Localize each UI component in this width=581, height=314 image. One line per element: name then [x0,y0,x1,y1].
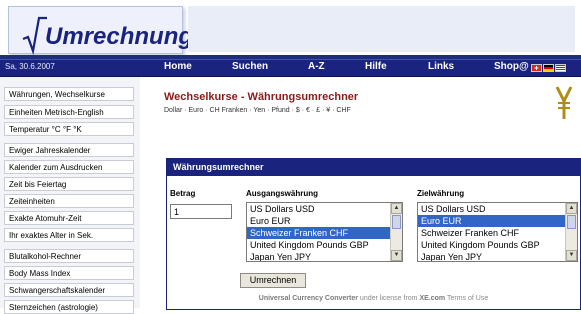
sidebar-item-sternzeichen[interactable]: Sternzeichen (astrologie) [4,300,134,314]
scroll-down-icon[interactable]: ▼ [566,250,577,261]
sqrt-logo-icon [22,16,47,55]
scroll-thumb[interactable] [392,215,401,229]
sidebar: Währungen, Wechselkurse Einheiten Metris… [0,77,140,314]
to-option-gbp[interactable]: United Kingdom Pounds GBP [418,239,577,251]
site-logo[interactable]: Umrechnung.org [8,6,238,55]
from-option-gbp[interactable]: United Kingdom Pounds GBP [247,239,402,251]
nav-shop[interactable]: Shop@ [494,61,529,72]
german-flag-icon[interactable] [543,64,554,72]
nav-links[interactable]: Links [428,61,454,72]
convert-button[interactable]: Umrechnen [240,273,306,288]
converter-footer: Universal Currency Converter under licen… [167,295,580,308]
main-nav: Sa, 30.6.2007 Home Suchen A-Z Hilfe Link… [0,59,581,77]
nav-home[interactable]: Home [164,61,192,72]
current-date: Sa, 30.6.2007 [5,62,55,71]
to-option-chf[interactable]: Schweizer Franken CHF [418,227,577,239]
from-option-usd[interactable]: US Dollars USD [247,203,402,215]
scroll-up-icon[interactable]: ▲ [566,203,577,214]
to-option-jpy[interactable]: Japan Yen JPY [418,251,577,261]
from-currency-list[interactable]: US Dollars USD Euro EUR Schweizer Franke… [246,202,403,262]
page-title: Wechselkurse - Währungsumrechner [164,91,359,103]
nav-a-z[interactable]: A-Z [308,61,325,72]
uk-flag-icon[interactable] [555,64,566,72]
sidebar-item-temperatur[interactable]: Temperatur °C °F °K [4,122,134,136]
sidebar-item-waehrungen[interactable]: Währungen, Wechselkurse [4,87,134,101]
footer-xe-link[interactable]: XE.com [419,295,445,302]
from-option-chf[interactable]: Schweizer Franken CHF [247,227,402,239]
footer-brand-link[interactable]: Universal Currency Converter [259,295,358,302]
from-option-eur[interactable]: Euro EUR [247,215,402,227]
to-list-scrollbar[interactable]: ▲ ▼ [565,203,577,261]
to-option-usd[interactable]: US Dollars USD [418,203,577,215]
footer-license-text: under license from [357,295,420,302]
scroll-down-icon[interactable]: ▼ [391,250,402,261]
nav-suchen[interactable]: Suchen [232,61,268,72]
sidebar-item-alter-sek[interactable]: Ihr exaktes Alter in Sek. [4,228,134,242]
from-currency-label: Ausgangswährung [246,189,319,198]
sidebar-item-einheiten[interactable]: Einheiten Metrisch-English [4,105,134,119]
header-banner [188,6,575,52]
sidebar-item-schwangerschaft[interactable]: Schwangerschaftskalender [4,283,134,297]
converter-heading: Währungsumrechner [167,159,580,176]
sidebar-item-zeit-bis-feiertag[interactable]: Zeit bis Feiertag [4,177,134,191]
amount-input[interactable] [170,204,232,219]
from-option-jpy[interactable]: Japan Yen JPY [247,251,402,261]
sidebar-item-zeiteinheiten[interactable]: Zeiteinheiten [4,194,134,208]
sidebar-item-atomuhr[interactable]: Exakte Atomuhr-Zeit [4,211,134,225]
swiss-flag-icon[interactable] [531,64,542,72]
to-option-eur[interactable]: Euro EUR [418,215,577,227]
scroll-thumb[interactable] [567,215,576,229]
yen-sign-icon [555,86,573,119]
sidebar-item-bmi[interactable]: Body Mass Index [4,266,134,280]
sidebar-item-blutalkohol[interactable]: Blutalkohol-Rechner [4,249,134,263]
page-subtitle: Dollar · Euro · CH Franken · Yen · Pfund… [164,107,351,114]
footer-terms-link[interactable]: Terms of Use [445,295,488,302]
nav-hilfe[interactable]: Hilfe [365,61,387,72]
to-currency-list[interactable]: US Dollars USD Euro EUR Schweizer Franke… [417,202,578,262]
sidebar-item-jahreskalender[interactable]: Ewiger Jahreskalender [4,143,134,157]
scroll-up-icon[interactable]: ▲ [391,203,402,214]
site-header: Umrechnung.org [0,0,581,62]
from-list-scrollbar[interactable]: ▲ ▼ [390,203,402,261]
currency-converter: Währungsumrechner Betrag Ausgangswährung… [166,158,581,310]
amount-label: Betrag [170,189,196,198]
to-currency-label: Zielwährung [417,189,465,198]
sidebar-item-kalender-ausdrucken[interactable]: Kalender zum Ausdrucken [4,160,134,174]
